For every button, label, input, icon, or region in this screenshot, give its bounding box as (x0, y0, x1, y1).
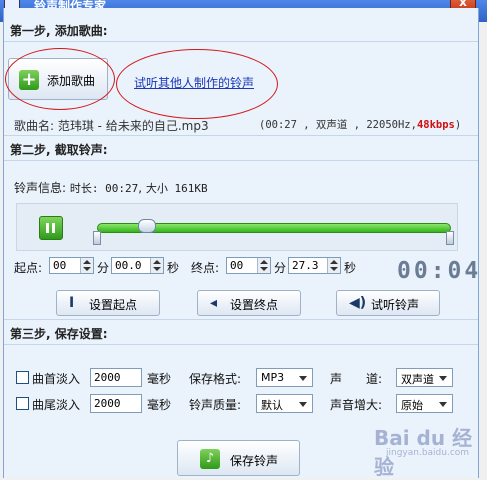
speaker-icon: ◀) (349, 295, 367, 311)
step3-separator-top (4, 319, 478, 320)
set-start-icon: I (69, 295, 75, 311)
channel-select[interactable]: 双声道 (396, 368, 453, 387)
set-end-label: 设置终点 (230, 298, 279, 312)
song-details: (00:27 , 双声道 , 22050Hz,48kbps) (259, 117, 461, 132)
start-label: 起点: (14, 261, 43, 275)
pause-icon (46, 223, 49, 233)
quality-select[interactable]: 默认 (256, 394, 313, 413)
annotation-circle-add (5, 48, 115, 110)
set-start-button[interactable]: I 设置起点 (56, 290, 160, 316)
fade-in-label: 曲首淡入 (32, 372, 81, 386)
chevron-down-icon (439, 402, 447, 407)
format-value: MP3 (261, 371, 285, 384)
song-format-info: (00:27 , 双声道 , 22050Hz, (259, 119, 417, 131)
save-ringtone-label: 保存铃声 (230, 454, 279, 468)
start-second-spinner[interactable]: 00.0 (111, 257, 164, 274)
fade-out-input[interactable]: 2000 (90, 394, 142, 413)
end-minute-unit: 分 (274, 261, 287, 275)
ringtone-size: 大小 161KB (145, 182, 208, 195)
fade-out-checkbox[interactable] (16, 397, 29, 410)
spinner-arrows[interactable] (327, 258, 340, 273)
step1-heading: 第一步, 添加歌曲: (10, 24, 108, 38)
set-start-label: 设置起点 (89, 298, 138, 312)
set-end-button[interactable]: ◂ 设置终点 (197, 290, 301, 316)
main-panel: 第一步, 添加歌曲: + 添加歌曲 试听其他人制作的铃声 歌曲名: 范玮琪 - … (3, 8, 482, 480)
start-second-value: 00.0 (115, 259, 142, 272)
start-second-unit: 秒 (167, 261, 180, 275)
volume-value: 原始 (401, 399, 423, 412)
chevron-down-icon (439, 376, 447, 381)
channel-label: 声 道: (330, 372, 383, 386)
watermark: Bai du 经验 jingyan.baidu.com (374, 422, 478, 480)
end-minute-value: 00 (230, 259, 244, 272)
format-select[interactable]: MP3 (256, 368, 313, 387)
end-second-value: 27.3 (292, 259, 319, 272)
step1-separator (4, 41, 478, 42)
format-label: 保存格式: (189, 372, 242, 386)
quality-value: 默认 (261, 399, 283, 412)
fade-out-label: 曲尾淡入 (32, 398, 81, 412)
start-marker[interactable] (93, 231, 101, 245)
song-name-label: 歌曲名: (14, 119, 58, 133)
fade-in-checkbox[interactable] (16, 371, 29, 384)
music-note-icon: ♪ (200, 449, 220, 469)
playback-thumb[interactable] (138, 219, 157, 233)
song-info-close: ) (454, 119, 462, 131)
spinner-arrows[interactable] (257, 258, 270, 273)
step2-separator-top (4, 135, 478, 136)
preview-ringtone-button[interactable]: ◀) 试听铃声 (336, 290, 440, 316)
elapsed-timer: 00:04 (397, 258, 482, 284)
volume-label: 声音增大: (330, 398, 383, 412)
pause-icon-bar (52, 223, 55, 233)
fade-in-input[interactable]: 2000 (90, 368, 142, 387)
fade-out-unit: 毫秒 (147, 398, 172, 412)
start-minute-value: 00 (53, 259, 67, 272)
spinner-arrows[interactable] (80, 258, 93, 273)
preview-ringtone-label: 试听铃声 (371, 298, 420, 312)
player-panel (16, 203, 458, 251)
save-ringtone-button[interactable]: ♪ 保存铃声 (177, 440, 300, 476)
annotation-circle-link (116, 49, 278, 119)
song-bitrate: 48kbps (416, 119, 455, 131)
step2-separator (4, 160, 478, 161)
end-minute-spinner[interactable]: 00 (226, 257, 271, 274)
quality-label: 铃声质量: (189, 398, 242, 412)
channel-value: 双声道 (401, 373, 434, 386)
song-info-line: 歌曲名: 范玮琪 - 给未来的自己.mp3 (00:27 , 双声道 , 220… (14, 117, 461, 134)
watermark-url: jingyan.baidu.com (386, 448, 470, 458)
volume-select[interactable]: 原始 (396, 394, 453, 413)
end-label: 终点: (191, 261, 220, 275)
start-minute-unit: 分 (97, 261, 110, 275)
fade-in-unit: 毫秒 (147, 372, 172, 386)
step3-heading: 第三步, 保存设置: (10, 327, 108, 341)
end-second-spinner[interactable]: 27.3 (288, 257, 341, 274)
ringtone-duration: 时长: 00:27 (69, 182, 139, 195)
song-name: 范玮琪 - 给未来的自己.mp3 (57, 119, 209, 133)
step3-separator (4, 344, 478, 345)
start-minute-spinner[interactable]: 00 (49, 257, 94, 274)
chevron-down-icon (299, 376, 307, 381)
chevron-down-icon (299, 402, 307, 407)
set-end-icon: ◂ (210, 295, 218, 311)
spinner-arrows[interactable] (150, 258, 163, 273)
end-marker[interactable] (446, 231, 454, 245)
ringtone-info: 铃声信息: 时长: 00:27, 大小 161KB (14, 181, 208, 195)
ringtone-info-label: 铃声信息: (14, 181, 67, 195)
step2-heading: 第二步, 截取铃声: (10, 143, 108, 157)
pause-button[interactable] (39, 216, 63, 240)
end-second-unit: 秒 (344, 261, 357, 275)
